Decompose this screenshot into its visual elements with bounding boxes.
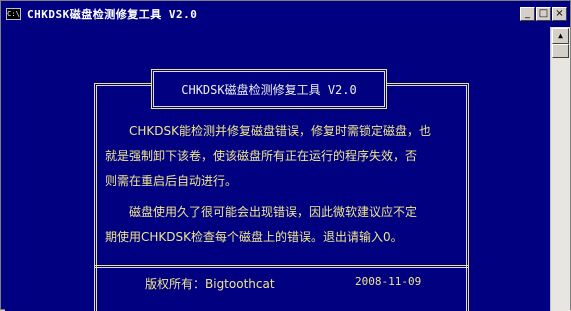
- console-output: CHKDSK磁盘检测修复工具 V2.0 CHKDSK能检测并修复磁盘错误，修复时…: [5, 27, 550, 311]
- para2-line2: 期使用CHKDSK检查每个磁盘上的错误。退出请输入0。: [105, 230, 403, 244]
- paragraph-advice: 磁盘使用久了很可能会出现错误，因此微软建议应不定 期使用CHKDSK检查每个磁盘…: [105, 200, 460, 250]
- footer-divider: [94, 265, 469, 268]
- copyright-text: 版权所有：Bigtoothcat: [145, 277, 275, 291]
- scroll-up-arrow-icon[interactable]: ▲: [552, 28, 569, 44]
- window-title: CHKDSK磁盘检测修复工具 V2.0: [27, 8, 198, 21]
- title-bar[interactable]: C:\ CHKDSK磁盘检测修复工具 V2.0 _ □ ×: [1, 1, 570, 27]
- para1-line2: 就是强制卸下该卷，使该磁盘所有正在运行的程序失效，否: [105, 149, 418, 163]
- vertical-scrollbar[interactable]: ▲: [550, 27, 570, 311]
- maximize-button[interactable]: □: [536, 7, 551, 21]
- para2-line1: 磁盘使用久了很可能会出现错误，因此微软建议应不定: [129, 205, 418, 219]
- box-title: CHKDSK磁盘检测修复工具 V2.0: [181, 83, 357, 97]
- paragraph-description: CHKDSK能检测并修复磁盘错误，修复时需锁定磁盘，也 就是强制卸下该卷，使该磁…: [105, 119, 460, 194]
- date-text: 2008-11-09: [355, 275, 422, 288]
- para1-line1: CHKDSK能检测并修复磁盘错误，修复时需锁定磁盘，也: [129, 124, 431, 138]
- console-window: C:\ CHKDSK磁盘检测修复工具 V2.0 _ □ × CHKDSK磁盘检测…: [0, 0, 571, 311]
- minimize-button[interactable]: _: [520, 7, 535, 21]
- title-box: CHKDSK磁盘检测修复工具 V2.0: [151, 69, 387, 109]
- para1-line3: 则需在重启后自动进行。: [105, 174, 238, 188]
- scroll-thumb[interactable]: [552, 44, 569, 58]
- close-button[interactable]: ×: [552, 7, 567, 21]
- console-icon[interactable]: C:\: [6, 8, 21, 20]
